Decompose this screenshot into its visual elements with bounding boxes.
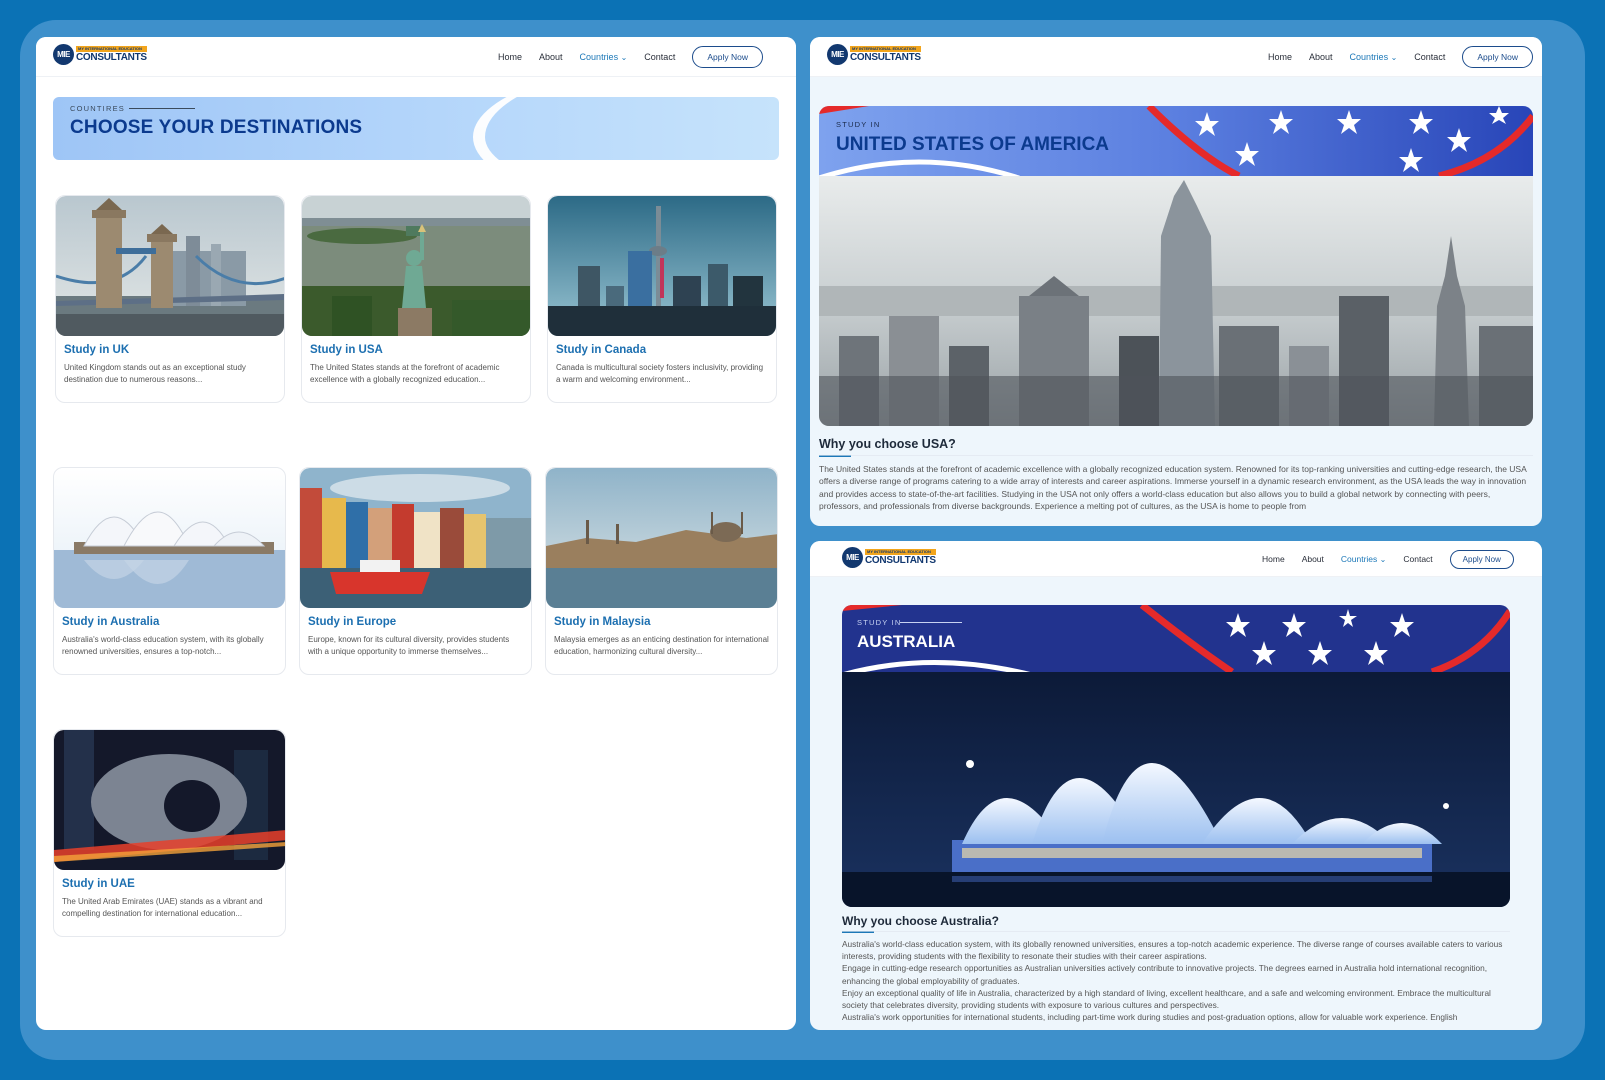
card-title[interactable]: Study in Malaysia [554,616,651,628]
divider [842,931,1510,932]
uae-image [54,730,285,870]
card-title[interactable]: Study in UAE [62,878,135,890]
card-description: Malaysia emerges as an enticing destinat… [554,635,769,656]
logo-icon: MIE [842,547,863,568]
card-title[interactable]: Study in Australia [62,616,159,628]
usa-hero-image [819,176,1533,426]
page-title: CHOOSE YOUR DESTINATIONS [70,117,363,138]
hero-divider [129,108,195,109]
logo[interactable]: MIE MY INTERNATIONAL EDUCATION CONSULTAN… [827,44,921,65]
logo-wordmark: CONSULTANTS [76,52,147,63]
body-paragraph: Australia's world-class education system… [842,939,1503,962]
country-card-australia[interactable]: Study in Australia Australia's world-cla… [53,467,286,675]
logo[interactable]: MIE MY INTERNATIONAL EDUCATION CONSULTAN… [842,547,936,568]
card-title[interactable]: Study in Europe [308,616,396,628]
australia-image [54,468,285,608]
hero-decoration [473,97,779,160]
nav-about[interactable]: About [539,52,563,62]
nav-home[interactable]: Home [1262,554,1285,564]
card-title[interactable]: Study in UK [64,344,129,356]
card-description: The United States stands at the forefron… [310,363,500,384]
logo[interactable]: MIE MY INTERNATIONAL EDUCATION CONSULTAN… [53,44,147,65]
body-paragraph: Australia's work opportunities for inter… [842,1012,1458,1023]
country-card-uk[interactable]: Study in UK United Kingdom stands out as… [55,195,285,403]
australia-banner: STUDY IN AUSTRALIA [842,605,1510,672]
nav-about[interactable]: About [1302,554,1324,564]
nav-countries[interactable]: Countries ⌄ [580,52,628,62]
nav-menu: Home About Countries ⌄ Contact Apply Now [1268,37,1533,77]
chevron-down-icon: ⌄ [1390,53,1398,62]
nav-home[interactable]: Home [498,52,522,62]
apply-now-button[interactable]: Apply Now [692,46,763,68]
nav-about[interactable]: About [1309,52,1333,62]
malaysia-image [546,468,777,608]
nav-menu: Home About Countries ⌄ Contact Apply Now [498,37,763,77]
nav-home[interactable]: Home [1268,52,1292,62]
australia-hero-image [842,672,1510,907]
nav-menu: Home About Countries ⌄ Contact Apply Now [1262,541,1514,577]
body-paragraph: Engage in cutting-edge research opportun… [842,963,1488,986]
nav-countries[interactable]: Countries ⌄ [1350,52,1398,62]
usa-body-text: The United States stands at the forefron… [819,464,1527,512]
usa-section-heading: Why you choose USA? [819,437,956,451]
hero-eyebrow: COUNTIRES [70,104,125,113]
navbar: MIE MY INTERNATIONAL EDUCATION CONSULTAN… [36,37,796,77]
banner-title: AUSTRALIA [857,632,956,651]
nav-contact[interactable]: Contact [1403,554,1432,564]
europe-image [300,468,531,608]
usa-banner: STUDY IN UNITED STATES OF AMERICA [819,106,1533,176]
navbar: MIE MY INTERNATIONAL EDUCATION CONSULTAN… [810,541,1542,577]
destinations-hero: COUNTIRES CHOOSE YOUR DESTINATIONS [53,97,779,160]
banner-divider [900,622,962,623]
uk-image [56,196,284,336]
card-description: Australia's world-class education system… [62,635,264,656]
chevron-down-icon: ⌄ [1379,555,1387,564]
apply-now-button[interactable]: Apply Now [1449,549,1514,569]
country-card-europe[interactable]: Study in Europe Europe, known for its cu… [299,467,532,675]
logo-icon: MIE [827,44,848,65]
body-paragraph: Enjoy an exceptional quality of life in … [842,987,1491,1011]
card-title[interactable]: Study in USA [310,344,383,356]
country-card-malaysia[interactable]: Study in Malaysia Malaysia emerges as an… [545,467,778,675]
country-card-canada[interactable]: Study in Canada Canada is multicultural … [547,195,777,403]
banner-eyebrow: STUDY IN [857,618,902,627]
countries-listing-page: MIE MY INTERNATIONAL EDUCATION CONSULTAN… [36,37,796,1030]
nav-contact[interactable]: Contact [644,52,675,62]
canada-image [548,196,776,336]
australia-section-heading: Why you choose Australia? [842,914,999,928]
usa-image [302,196,530,336]
nav-contact[interactable]: Contact [1414,52,1445,62]
card-description: Canada is multicultural society fosters … [556,363,764,384]
navbar: MIE MY INTERNATIONAL EDUCATION CONSULTAN… [810,37,1542,77]
banner-eyebrow: STUDY IN [836,120,881,129]
usa-detail-page: MIE MY INTERNATIONAL EDUCATION CONSULTAN… [810,37,1542,526]
banner-title: UNITED STATES OF AMERICA [836,134,1110,155]
card-description: Europe, known for its cultural diversity… [308,635,510,656]
logo-wordmark: CONSULTANTS [865,555,936,566]
card-title[interactable]: Study in Canada [556,344,646,356]
country-card-usa[interactable]: Study in USA The United States stands at… [301,195,531,403]
apply-now-button[interactable]: Apply Now [1462,46,1533,68]
divider [819,455,1533,456]
logo-wordmark: CONSULTANTS [850,52,921,63]
australia-body-text: Australia's world-class education system… [842,938,1510,1030]
chevron-down-icon: ⌄ [620,53,628,62]
australia-detail-page: MIE MY INTERNATIONAL EDUCATION CONSULTAN… [810,541,1542,1030]
logo-icon: MIE [53,44,74,65]
country-card-uae[interactable]: Study in UAE The United Arab Emirates (U… [53,729,286,937]
card-description: United Kingdom stands out as an exceptio… [64,363,246,384]
card-description: The United Arab Emirates (UAE) stands as… [62,897,263,918]
nav-countries[interactable]: Countries ⌄ [1341,554,1386,564]
